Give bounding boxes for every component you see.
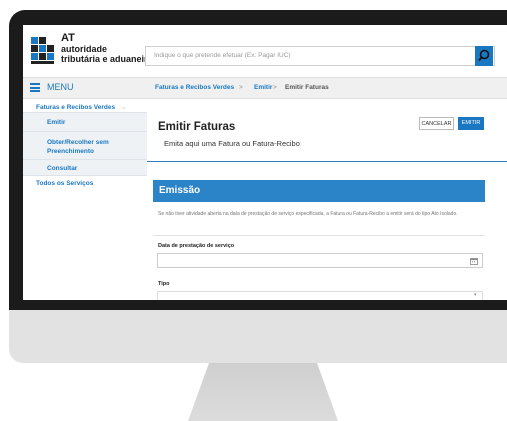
info-text: Se não tiver atividade aberta na data de… — [158, 211, 458, 217]
divider — [147, 161, 507, 162]
breadcrumb-separator: > — [239, 84, 243, 91]
section-title: Emissão — [159, 185, 201, 196]
section-header-emissao: Emissão — [153, 180, 485, 202]
sidebar-item-label: Faturas e Recibos Verdes — [36, 104, 116, 111]
date-label: Data de prestação de serviço — [158, 243, 235, 249]
menu-toggle[interactable]: MENU — [23, 78, 147, 99]
screen: AT autoridade tributária e aduaneira Ind… — [23, 25, 507, 300]
page-title: Emitir Faturas — [158, 121, 236, 133]
breadcrumb-link-emitir[interactable]: Emitir — [254, 84, 272, 91]
hamburger-icon — [30, 83, 40, 92]
at-logo-icon — [31, 37, 54, 64]
sidebar-item-label: Consultar — [47, 165, 78, 172]
sidebar-item-consultar[interactable]: Consultar — [23, 160, 147, 176]
type-select[interactable] — [157, 291, 483, 300]
site-header: AT autoridade tributária e aduaneira Ind… — [23, 25, 507, 78]
search-placeholder: Indique o que pretende efetuar (Ex: Paga… — [154, 52, 291, 59]
breadcrumb-separator: > — [273, 84, 277, 91]
breadcrumb: Faturas e Recibos Verdes > Emitir > Emit… — [147, 78, 507, 99]
sidebar: MENU Faturas e Recibos Verdes ⌄ Emitir O… — [23, 78, 147, 300]
chevron-down-icon: ▾ — [474, 292, 477, 298]
menu-label: MENU — [47, 82, 74, 92]
sidebar-item-emitir[interactable]: Emitir — [23, 113, 147, 132]
monitor-stand — [188, 363, 338, 421]
breadcrumb-current: Emitir Faturas — [285, 84, 329, 91]
sidebar-item-label: Emitir — [47, 119, 66, 126]
monitor-chin — [9, 310, 507, 363]
type-label: Tipo — [158, 281, 170, 287]
sidebar-item-label: Todos os Serviços — [36, 180, 94, 187]
sidebar-item-faturas[interactable]: Faturas e Recibos Verdes ⌄ — [23, 99, 147, 113]
emit-button[interactable]: EMITIR — [458, 117, 484, 130]
sidebar-item-obter[interactable]: Obter/Recolher sem Preenchimento — [23, 132, 147, 160]
service-date-field[interactable] — [157, 253, 483, 268]
breadcrumb-link-faturas[interactable]: Faturas e Recibos Verdes — [155, 84, 234, 91]
search-button[interactable] — [475, 46, 493, 66]
logo-text-line3: tributária e aduaneira — [61, 54, 153, 64]
search-icon — [478, 49, 490, 62]
chevron-down-icon: ⌄ — [120, 104, 127, 111]
page-subtitle: Emita aqui uma Fatura ou Fatura-Recibo — [164, 139, 300, 148]
cancel-button[interactable]: CANCELAR — [419, 117, 454, 130]
logo-text-at: AT — [61, 32, 75, 44]
divider — [153, 235, 485, 236]
search-input[interactable]: Indique o que pretende efetuar (Ex: Paga… — [145, 46, 495, 66]
sidebar-item-todos[interactable]: Todos os Serviços — [23, 176, 147, 190]
sidebar-item-label: Obter/Recolher sem Preenchimento — [47, 139, 109, 155]
logo-text-line2: autoridade — [61, 44, 108, 54]
calendar-icon[interactable] — [470, 257, 478, 265]
